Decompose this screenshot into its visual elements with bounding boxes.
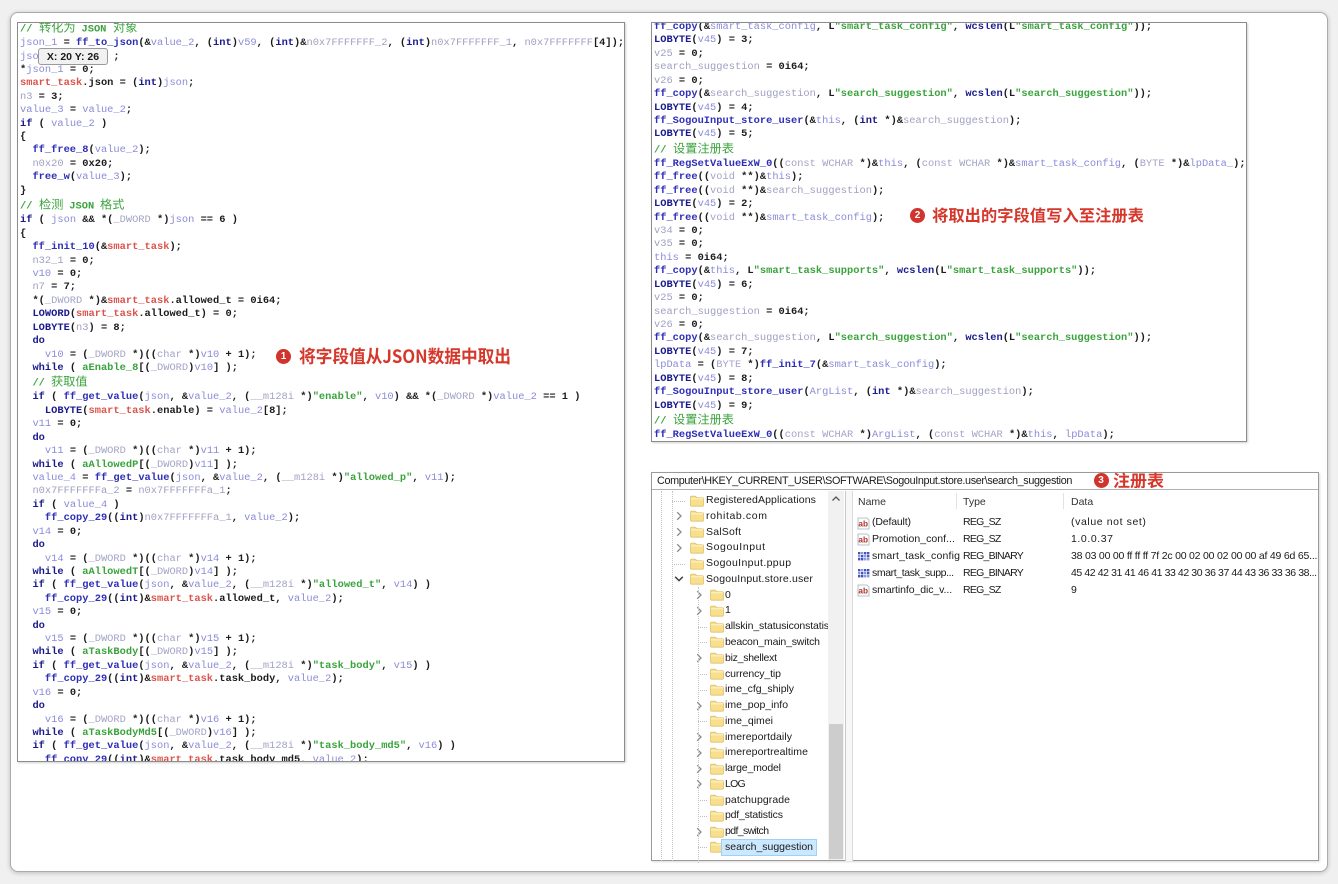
- svg-text:ab: ab: [858, 587, 868, 596]
- svg-text:ab: ab: [858, 536, 868, 545]
- svg-text:ab: ab: [858, 519, 868, 528]
